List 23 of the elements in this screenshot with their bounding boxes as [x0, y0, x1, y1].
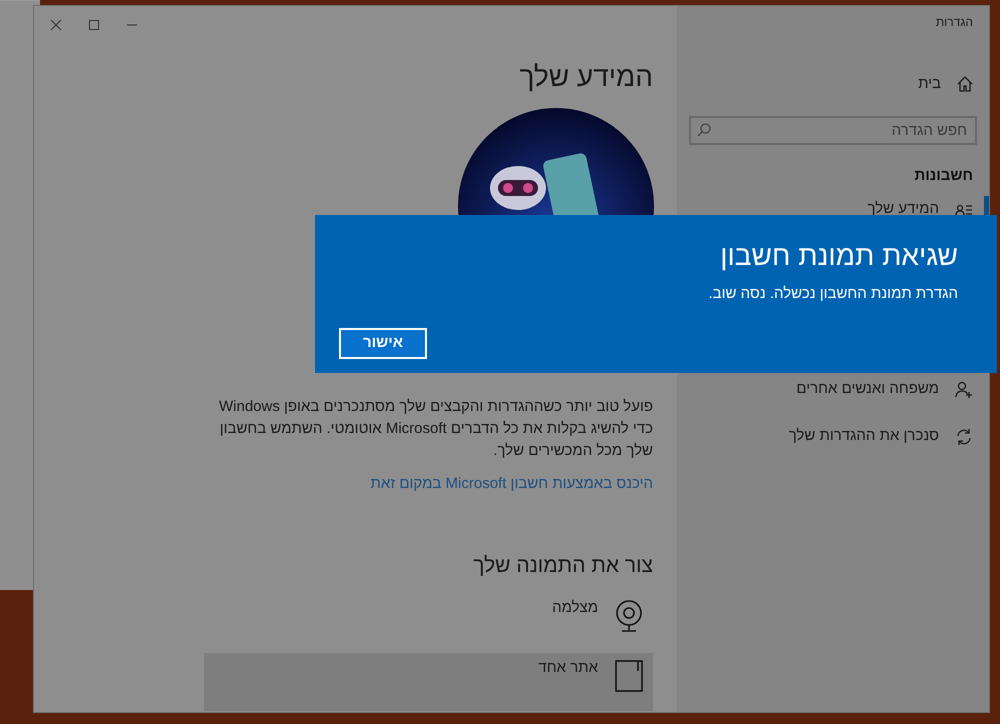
- picture-option[interactable]: מצלמה: [204, 593, 653, 651]
- sync-icon: [955, 428, 973, 446]
- picture-option[interactable]: אתר אחד: [204, 653, 653, 711]
- page-title: המידע שלך: [519, 60, 653, 94]
- ok-button[interactable]: אישור: [339, 328, 427, 358]
- nav-item[interactable]: סנכרן את ההגדרות שלך: [677, 416, 989, 456]
- dialog-message: הגדרת תמונת החשבון נכשלה. נסה שוב.: [708, 284, 958, 304]
- description-text: פועל טוב יותר כשההגדרות והקבצים שלך מסתנכרנים באופן Windows כדי להשיג בקלות את כל הדברים Microsoft אוטומטי. השתמש בחשבון שלך מכל המכשירים שלך.: [218, 397, 653, 461]
- window-title: הגדרות: [934, 14, 973, 30]
- dialog-title: שגיאת תמונת חשבון: [720, 239, 958, 273]
- nav-item[interactable]: משפחה ואנשים אחרים: [677, 370, 989, 410]
- maximize-icon[interactable]: [88, 19, 100, 31]
- section-heading: צור את התמונה שלך: [473, 552, 653, 578]
- home-icon: [957, 76, 973, 92]
- section-heading: חשבונות: [914, 166, 973, 186]
- webcam-icon: [614, 599, 644, 633]
- document-icon: [614, 659, 644, 693]
- add-person-icon: [955, 380, 973, 398]
- sign-in-link[interactable]: היכנס באמצעות חשבון Microsoft במקום זאת: [370, 473, 653, 496]
- home-nav-item[interactable]: בית: [689, 64, 977, 104]
- close-icon[interactable]: [50, 19, 62, 31]
- search-field[interactable]: חפש הגדרה: [689, 116, 977, 145]
- search-icon: [697, 123, 711, 137]
